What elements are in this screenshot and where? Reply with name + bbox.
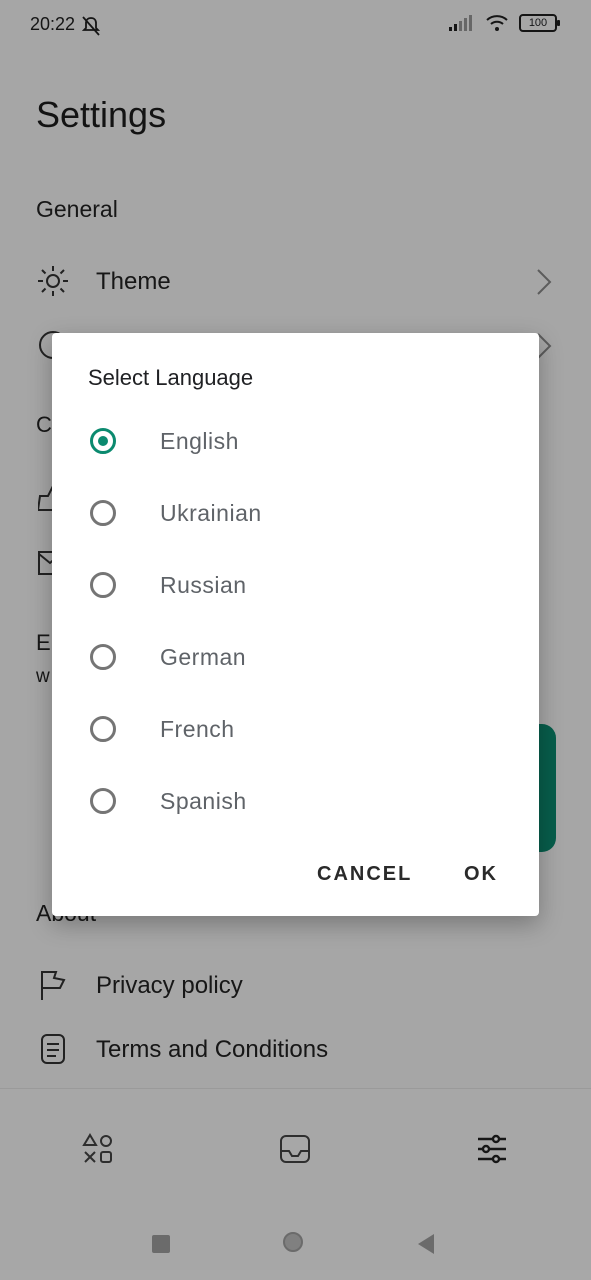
language-option[interactable]: French (52, 701, 539, 761)
language-option[interactable]: Ukrainian (52, 485, 539, 545)
language-label: German (160, 644, 247, 670)
radio-icon[interactable] (90, 716, 116, 742)
language-option[interactable]: Spanish (52, 773, 539, 833)
language-label: Spanish (160, 788, 247, 814)
language-option[interactable]: Russian (52, 557, 539, 617)
language-label: Ukrainian (160, 500, 262, 526)
language-label: English (160, 428, 239, 454)
dialog-title: Select Language (88, 365, 254, 390)
ok-button[interactable]: OK (464, 863, 498, 886)
language-dialog: Select Language English Ukrainian Russia… (52, 333, 539, 916)
language-label: Russian (160, 572, 247, 598)
language-option[interactable]: English (52, 413, 539, 473)
radio-icon[interactable] (90, 500, 116, 526)
radio-icon[interactable] (90, 644, 116, 670)
radio-icon[interactable] (90, 572, 116, 598)
language-label: French (160, 716, 235, 742)
radio-selected-icon[interactable] (90, 428, 116, 454)
radio-icon[interactable] (90, 788, 116, 814)
cancel-button[interactable]: CANCEL (317, 863, 412, 886)
language-option[interactable]: German (52, 629, 539, 689)
